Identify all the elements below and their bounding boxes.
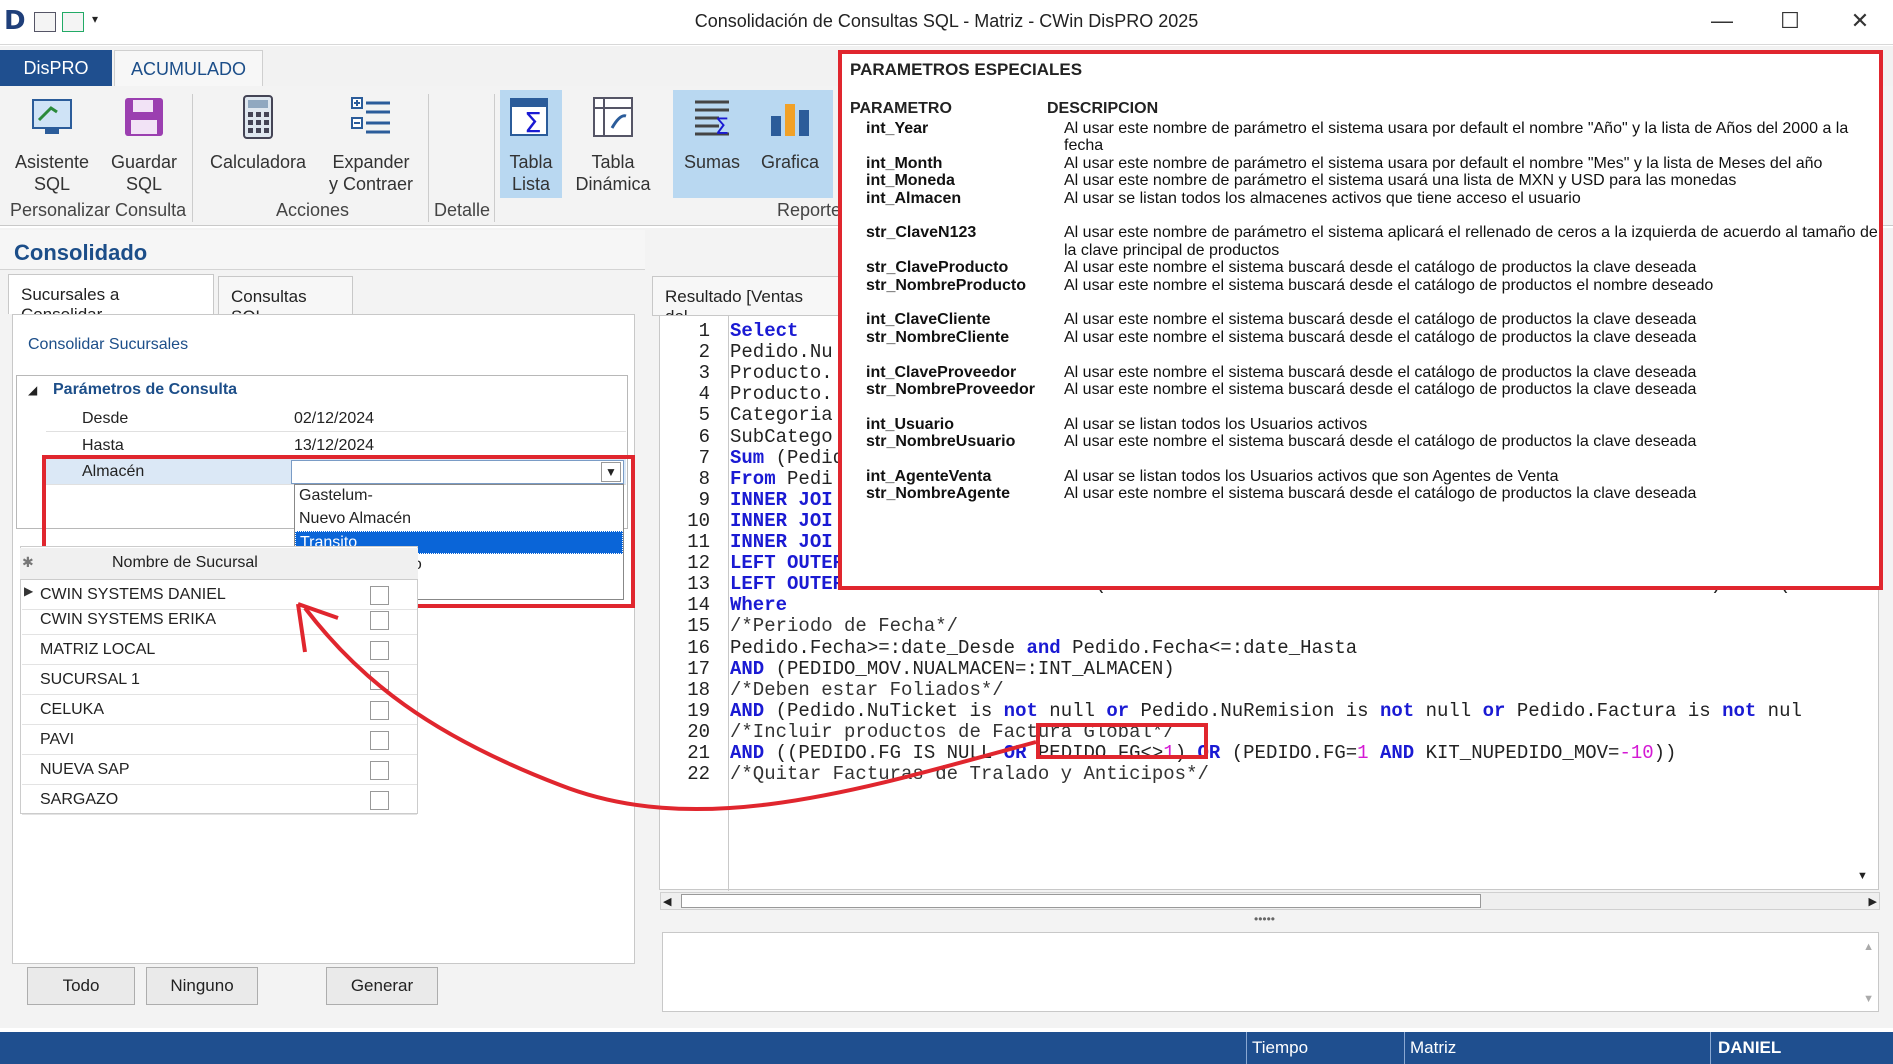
parametros-especiales-panel: PARAMETROS ESPECIALES PARAMETRO DESCRIPC… xyxy=(838,50,1883,590)
param-name: str_NombreCliente xyxy=(866,328,1010,346)
col-header-parametro: PARAMETRO xyxy=(850,100,952,117)
param-description: Al usar este nombre el sistema buscará d… xyxy=(1064,259,1697,277)
status-tiempo: Tiempo xyxy=(1252,1038,1309,1057)
status-separator xyxy=(1246,1032,1247,1064)
status-bar: Tiempo Matriz DANIEL xyxy=(0,1032,1893,1064)
param-description: Al usar este nombre el sistema buscará d… xyxy=(1064,485,1697,503)
param-name: int_Usuario xyxy=(866,415,955,433)
param-description: Al usar este nombre el sistema buscará d… xyxy=(1064,328,1697,346)
status-separator xyxy=(1404,1032,1405,1064)
param-name: str_NombreAgente xyxy=(866,485,1011,503)
param-description: Al usar este nombre de parámetro el sist… xyxy=(1064,172,1737,190)
status-matriz: Matriz xyxy=(1410,1038,1457,1057)
param-name: str_ClaveN123 xyxy=(866,224,977,242)
param-name: int_Month xyxy=(866,154,943,172)
status-user: DANIEL xyxy=(1718,1038,1782,1057)
param-description: fecha xyxy=(1064,137,1104,155)
param-name: int_Almacen xyxy=(866,189,962,207)
param-description: Al usar se listan todos los almacenes ac… xyxy=(1064,189,1581,207)
col-header-descripcion: DESCRIPCION xyxy=(1047,100,1159,117)
overlay-title: PARAMETROS ESPECIALES xyxy=(850,60,1083,79)
param-name: int_ClaveCliente xyxy=(866,311,991,329)
param-name: int_Moneda xyxy=(866,172,955,190)
status-separator xyxy=(1710,1032,1711,1064)
param-description: Al usar se listan todos los Usuarios act… xyxy=(1064,415,1368,433)
param-name: int_ClaveProveedor xyxy=(866,363,1017,381)
param-description: Al usar este nombre el sistema buscará d… xyxy=(1064,311,1697,329)
param-description: la clave principal de productos xyxy=(1064,241,1280,259)
param-name: str_NombreProducto xyxy=(866,276,1027,294)
param-description: Al usar este nombre de parámetro el sist… xyxy=(1064,154,1823,172)
param-name: str_NombreProveedor xyxy=(866,381,1035,398)
param-name: int_AgenteVenta xyxy=(866,468,992,485)
param-description: Al usar este nombre el sistema buscará d… xyxy=(1064,363,1697,381)
param-description: Al usar se listan todos los Usuarios act… xyxy=(1064,468,1559,485)
param-name: int_Year xyxy=(866,120,929,137)
param-description: Al usar este nombre de parámetro el sist… xyxy=(1064,120,1849,137)
param-description: Al usar este nombre el sistema buscará d… xyxy=(1064,381,1697,398)
param-description: Al usar este nombre el sistema buscará d… xyxy=(1064,276,1714,294)
param-description: Al usar este nombre de parámetro el sist… xyxy=(1064,224,1878,242)
param-name: str_NombreUsuario xyxy=(866,433,1016,451)
param-description: Al usar este nombre el sistema buscará d… xyxy=(1064,433,1697,451)
param-name: str_ClaveProducto xyxy=(866,259,1009,277)
